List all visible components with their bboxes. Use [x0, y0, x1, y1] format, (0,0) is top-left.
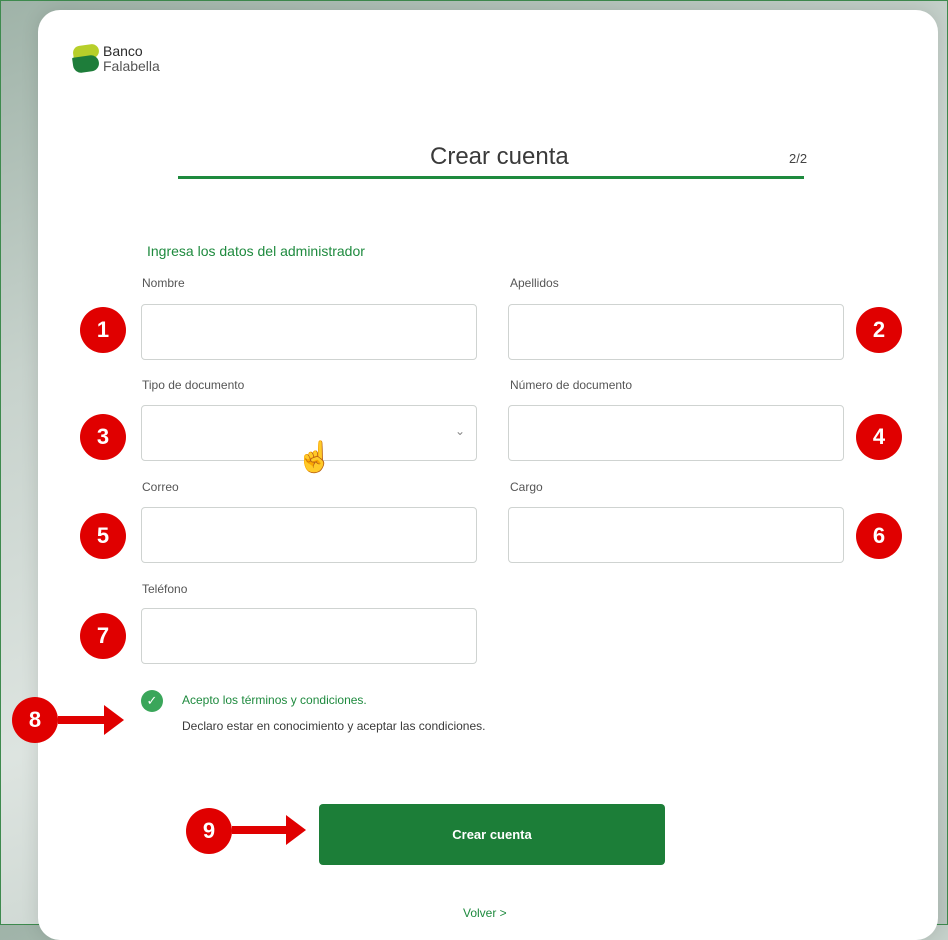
annotation-badge-5: 5 [80, 513, 126, 559]
create-account-button[interactable]: Crear cuenta [319, 804, 665, 865]
annotation-badge-7: 7 [80, 613, 126, 659]
tipo-documento-label: Tipo de documento [142, 378, 245, 392]
step-indicator: 2/2 [789, 151, 808, 166]
numero-documento-label: Número de documento [510, 378, 633, 392]
annotation-badge-1: 1 [80, 307, 126, 353]
hand-pointer-icon: ☝ [296, 441, 334, 474]
back-link[interactable]: Volver > [463, 906, 507, 920]
apellidos-input[interactable] [508, 304, 844, 360]
annotation-badge-4: 4 [856, 414, 902, 460]
chevron-down-icon[interactable]: ⌄ [455, 424, 465, 438]
correo-label: Correo [142, 480, 179, 494]
nombre-input[interactable] [141, 304, 477, 360]
apellidos-label: Apellidos [510, 276, 559, 290]
annotation-badge-2: 2 [856, 307, 902, 353]
annotation-badge-8: 8 [12, 697, 58, 743]
cargo-input[interactable] [508, 507, 844, 563]
annotation-badge-9: 9 [186, 808, 232, 854]
brand-line1: Banco [103, 43, 143, 59]
page-title: Crear cuenta [430, 143, 569, 170]
terms-description: Declaro estar en conocimiento y aceptar … [182, 719, 486, 733]
telefono-label: Teléfono [142, 582, 188, 596]
correo-input[interactable] [141, 507, 477, 563]
numero-documento-input[interactable] [508, 405, 844, 461]
annotation-arrow-8 [58, 705, 124, 735]
annotation-badge-3: 3 [80, 414, 126, 460]
nombre-label: Nombre [142, 276, 185, 290]
logo-leaf-bottom [72, 54, 100, 74]
terms-label[interactable]: Acepto los términos y condiciones. [182, 693, 367, 707]
annotation-arrow-9 [232, 815, 306, 845]
brand-line2: Falabella [103, 58, 160, 74]
annotation-badge-6: 6 [856, 513, 902, 559]
title-underline [178, 176, 804, 179]
section-title: Ingresa los datos del administrador [147, 243, 365, 259]
cargo-label: Cargo [510, 480, 543, 494]
telefono-input[interactable] [141, 608, 477, 664]
terms-checkbox[interactable]: ✓ [141, 690, 163, 712]
brand-logo: Banco Falabella [72, 43, 193, 83]
checkmark-icon: ✓ [146, 693, 158, 708]
